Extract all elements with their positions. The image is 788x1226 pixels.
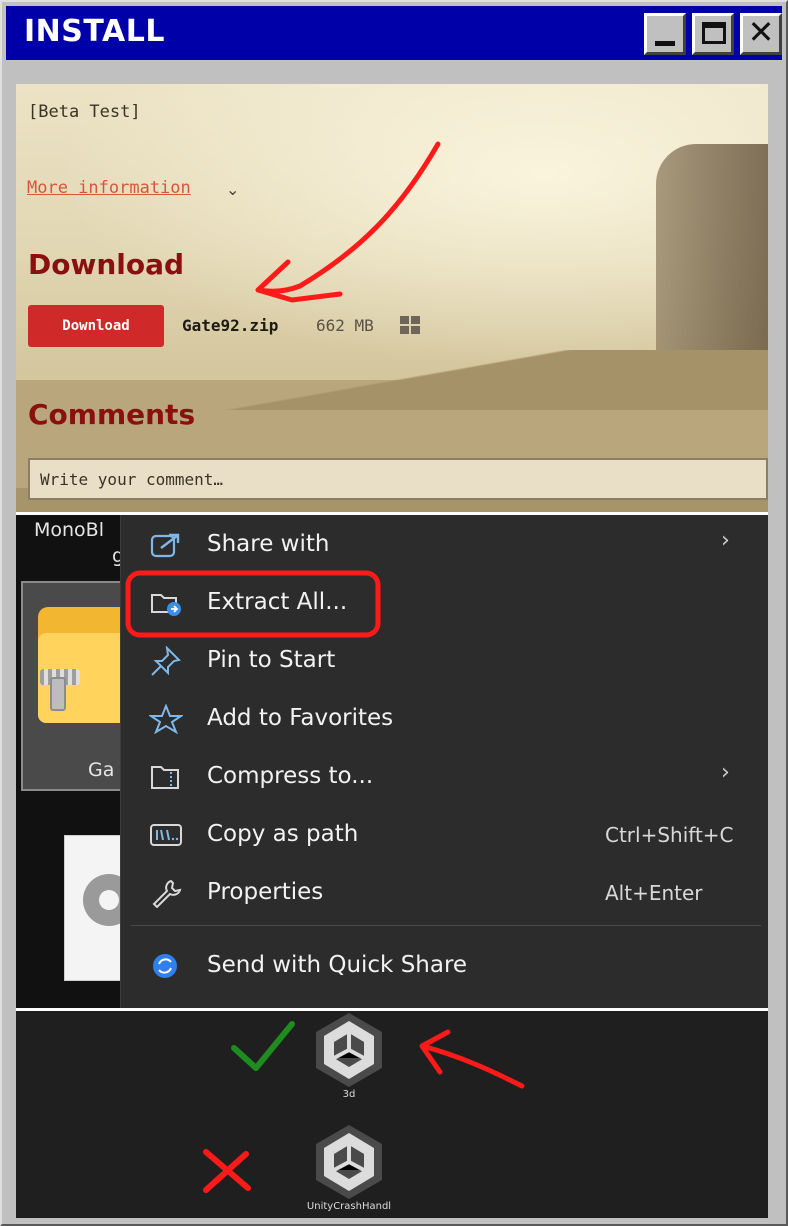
star-icon [149, 704, 183, 734]
menu-item-label: Properties [207, 879, 324, 905]
unity-3d-label: 3d [342, 1089, 356, 1100]
menu-item-shortcut: Ctrl+Shift+C [605, 823, 734, 847]
menu-item-label: Extract All... [207, 589, 348, 615]
menu-item-share-with[interactable]: Share with › [121, 518, 768, 570]
more-information-link[interactable]: More information [27, 178, 191, 198]
menu-item-label: Compress to... [207, 763, 374, 789]
chevron-right-icon: › [721, 760, 730, 785]
beta-label: [Beta Test] [28, 102, 141, 122]
window-title: INSTALL [24, 14, 165, 49]
download-button[interactable]: Download [28, 305, 164, 347]
menu-item-extract-all[interactable]: Extract All... [121, 576, 768, 628]
menu-item-copy-as-path[interactable]: Copy as path Ctrl+Shift+C [121, 808, 768, 860]
unity-crash-handler-icon[interactable] [310, 1123, 388, 1201]
unity-crash-handler-label: UnityCrashHandl [306, 1201, 392, 1212]
windows-icon [400, 316, 420, 334]
menu-separator [131, 925, 761, 926]
comment-input[interactable]: Write your comment… [28, 458, 768, 500]
title-bar[interactable]: INSTALL ✕ [6, 6, 782, 60]
menu-item-label: Pin to Start [207, 647, 336, 673]
screenshot-content: [Beta Test] More information ⌄ Download … [16, 84, 768, 1218]
minimize-icon [655, 41, 675, 46]
maximize-button[interactable] [692, 13, 734, 55]
maximize-icon [702, 22, 726, 44]
extract-folder-icon [151, 594, 181, 616]
menu-item-label: Copy as path [207, 821, 359, 847]
comment-placeholder: Write your comment… [40, 470, 224, 489]
download-heading: Download [28, 248, 185, 281]
download-page-panel: [Beta Test] More information ⌄ Download … [16, 84, 768, 512]
menu-item-label: Send with Quick Share [207, 952, 468, 978]
close-icon: ✕ [747, 13, 775, 51]
file-name: Gate92.zip [182, 316, 279, 335]
pin-icon [151, 646, 182, 676]
menu-item-compress-to[interactable]: Compress to... › [121, 750, 768, 802]
share-icon [150, 533, 180, 558]
close-button[interactable]: ✕ [740, 13, 782, 55]
menu-item-add-to-favorites[interactable]: Add to Favorites [121, 692, 768, 744]
unity-icons-panel: 3d UnityCrashHandl [16, 1011, 768, 1218]
context-menu: Share with › Extract All... Pin to Start… [120, 515, 768, 1008]
zip-folder-icon[interactable] [38, 607, 130, 723]
file-size: 662 MB [316, 316, 374, 335]
chevron-down-icon[interactable]: ⌄ [226, 180, 239, 199]
menu-item-send-with-quick-share[interactable]: Send with Quick Share [121, 939, 768, 991]
comments-heading: Comments [28, 398, 196, 431]
compress-folder-icon [151, 766, 179, 789]
unity-3d-icon[interactable] [310, 1011, 388, 1089]
context-menu-panel: MonoBl g Ga Share with › Extract All... … [16, 515, 768, 1008]
menu-item-label: Add to Favorites [207, 705, 394, 731]
menu-item-properties[interactable]: Properties Alt+Enter [121, 866, 768, 918]
zip-file-label: Ga [88, 759, 115, 781]
menu-item-pin-to-start[interactable]: Pin to Start [121, 634, 768, 686]
menu-item-shortcut: Alt+Enter [605, 881, 703, 905]
menu-item-label: Share with [207, 531, 330, 557]
quick-share-icon [153, 954, 177, 978]
copy-path-icon [150, 824, 182, 846]
wrench-icon [152, 879, 182, 908]
chevron-right-icon: › [721, 528, 730, 553]
install-window: INSTALL ✕ [Beta Test] More information ⌄… [0, 0, 788, 1226]
desktop-item-label: MonoBl [34, 519, 104, 541]
minimize-button[interactable] [644, 13, 686, 55]
